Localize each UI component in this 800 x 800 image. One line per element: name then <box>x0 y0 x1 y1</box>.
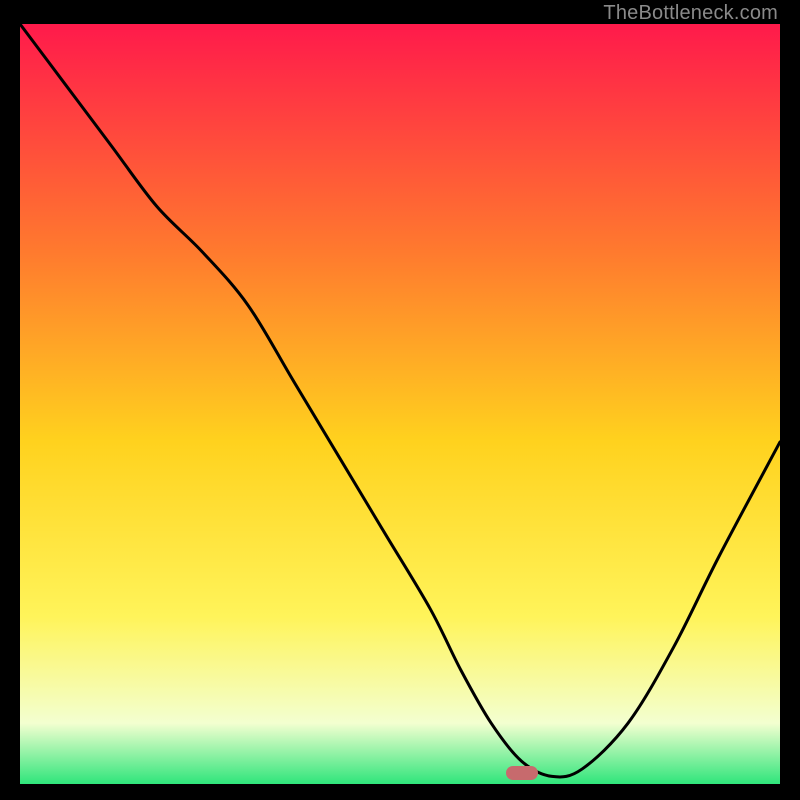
bottleneck-chart <box>20 24 780 784</box>
watermark-text: TheBottleneck.com <box>603 2 778 25</box>
chart-frame <box>20 24 780 784</box>
gradient-background <box>20 24 780 784</box>
optimal-point-marker <box>506 766 538 780</box>
